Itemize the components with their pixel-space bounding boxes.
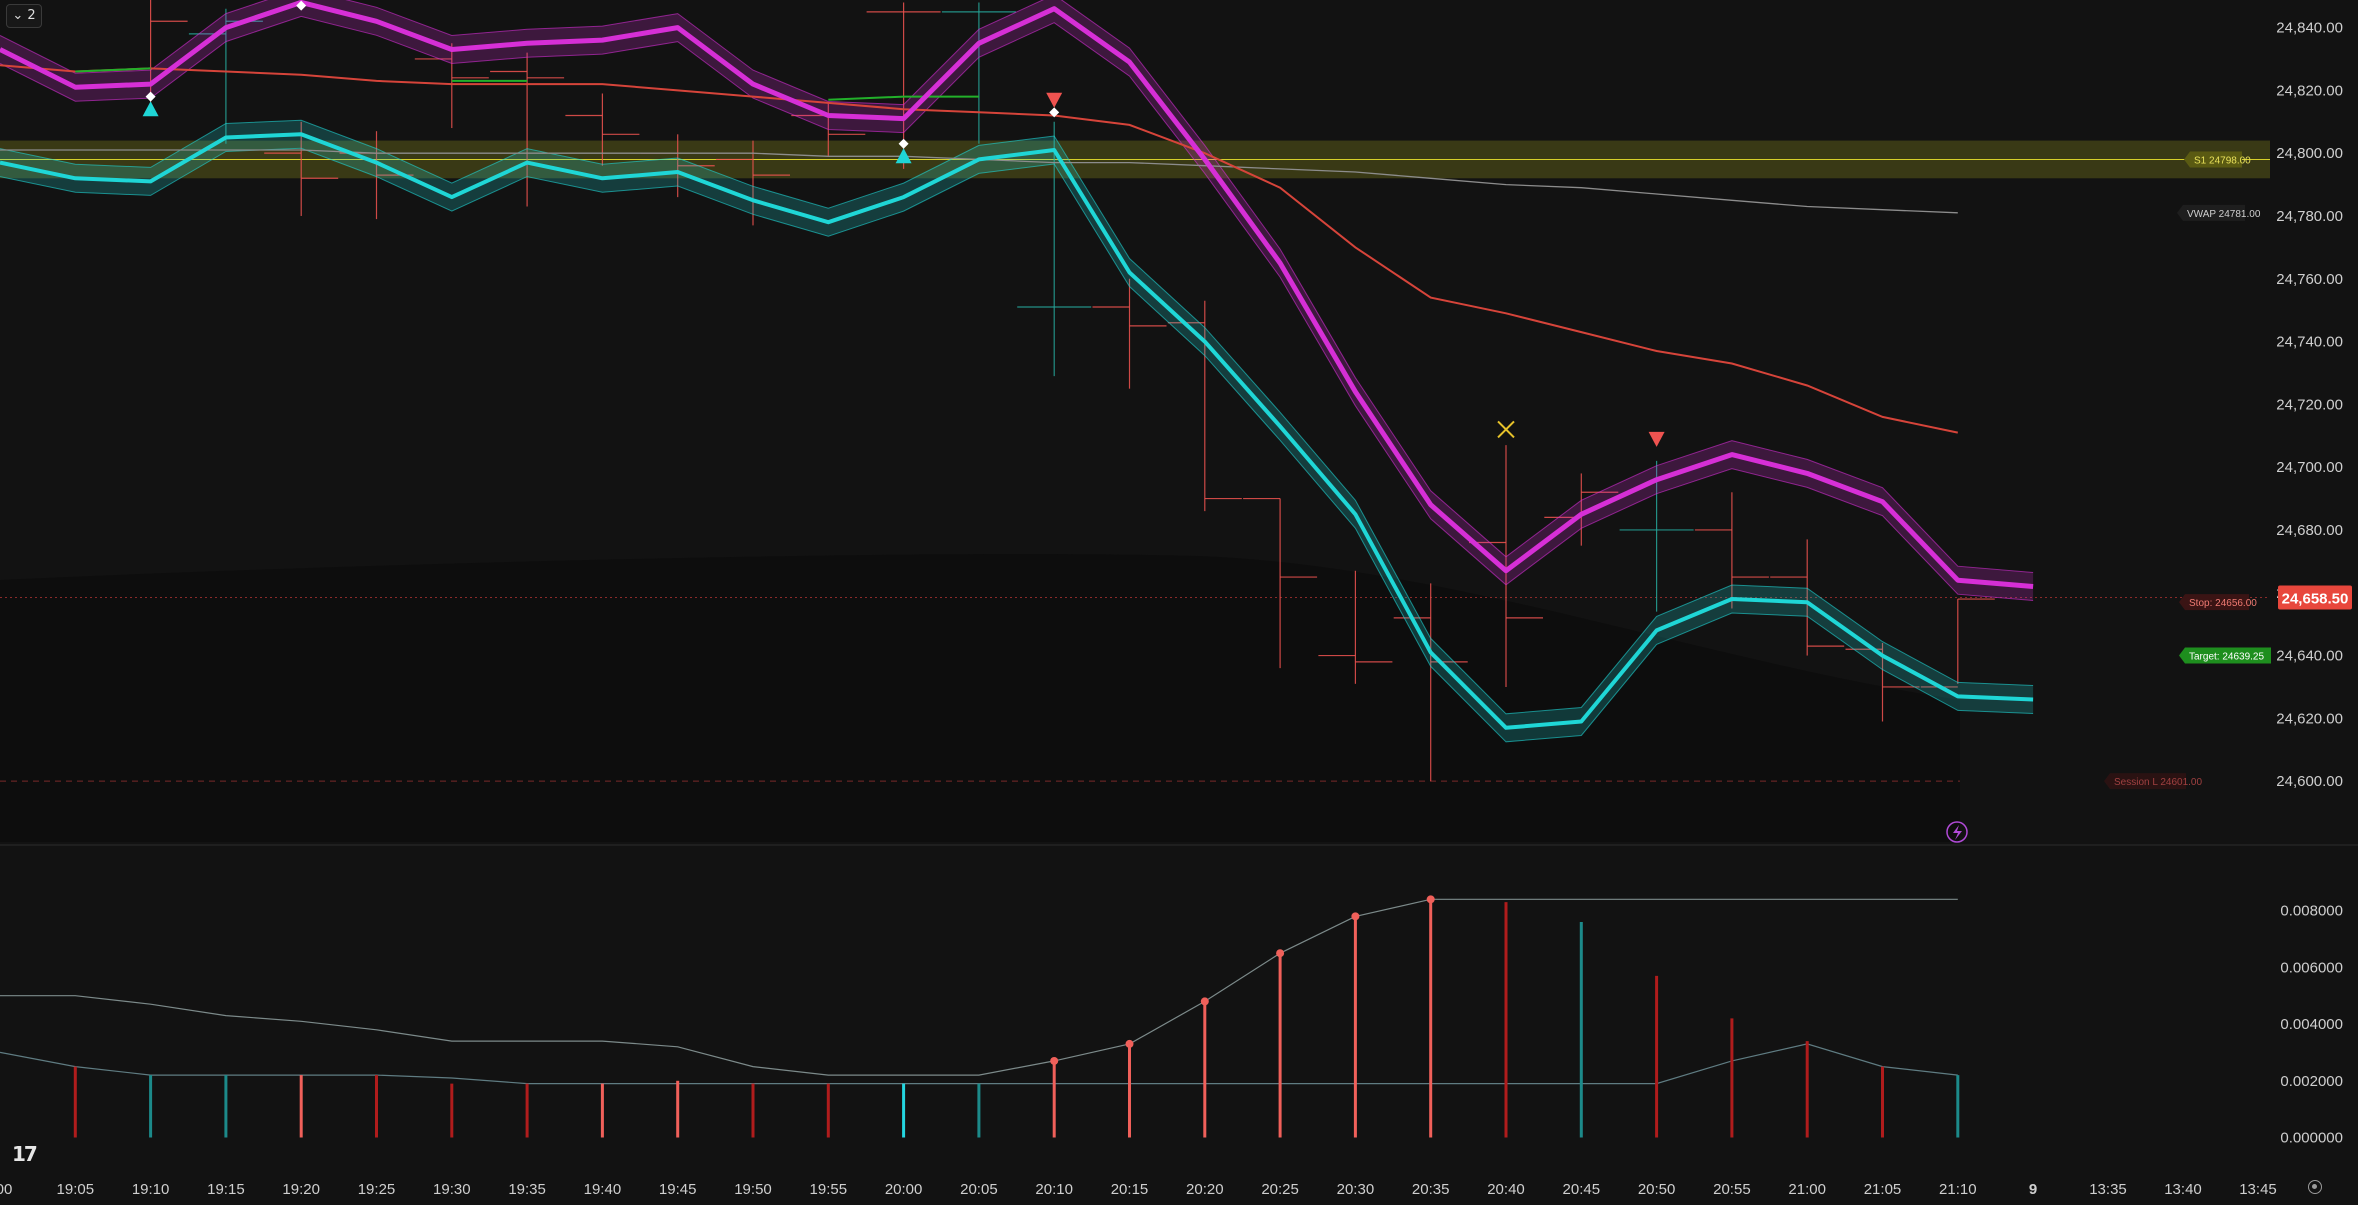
- time-axis-label: 20:50: [1638, 1181, 1676, 1198]
- chart-canvas[interactable]: 24,600.0024,620.0024,640.0024,660.0024,6…: [0, 0, 2358, 1200]
- chevron-down-icon: ⌄: [12, 8, 24, 23]
- collapse-panes-button[interactable]: ⌄ 2: [6, 4, 42, 28]
- stop-price-tag: Stop: 24656.00: [2179, 594, 2257, 611]
- time-axis-label: 19:15: [207, 1181, 245, 1198]
- stop-tag-text: Stop: 24656.00: [2189, 598, 2257, 609]
- target-tag-text: Target: 24639.25: [2189, 652, 2264, 663]
- time-axis-label: 19:10: [132, 1181, 170, 1198]
- time-axis-label: 20:15: [1111, 1181, 1149, 1198]
- oscillator-axis-label: 0.006000: [2280, 959, 2343, 976]
- time-axis-label: 21:05: [1864, 1181, 1902, 1198]
- price-axis-label: 24,740.00: [2276, 334, 2343, 351]
- session-tag-text: Session L 24601.00: [2114, 777, 2202, 788]
- time-axis-label: 9: [2029, 1181, 2037, 1198]
- time-axis-label: 20:55: [1713, 1181, 1751, 1198]
- oscillator-peak-dot: [1276, 949, 1285, 958]
- tradingview-logo-icon[interactable]: 17: [12, 1142, 38, 1166]
- time-axis-label: 20:00: [885, 1181, 923, 1198]
- oscillator-axis-label: 0.000000: [2280, 1129, 2343, 1146]
- time-axis-label: 19:40: [584, 1181, 622, 1198]
- price-axis-label: 24,600.00: [2276, 773, 2343, 790]
- time-axis-label: 19:50: [734, 1181, 772, 1198]
- time-axis-label: 19:25: [358, 1181, 396, 1198]
- oscillator-axis-label: 0.008000: [2280, 903, 2343, 920]
- last-price-tag: 24,658.50: [2278, 585, 2352, 610]
- zone-price-tag: S1 24798.00: [2184, 151, 2251, 168]
- time-axis-label: 19:30: [433, 1181, 471, 1198]
- time-axis-label: 20:35: [1412, 1181, 1450, 1198]
- time-axis-label: 13:35: [2089, 1181, 2127, 1198]
- time-axis-label: 19:45: [659, 1181, 697, 1198]
- time-axis-label: 20:10: [1035, 1181, 1073, 1198]
- zone-tag-text: S1 24798.00: [2194, 155, 2251, 166]
- price-axis-label: 24,700.00: [2276, 459, 2343, 476]
- time-axis-label: 20:05: [960, 1181, 998, 1198]
- price-axis-label: 24,780.00: [2276, 208, 2343, 225]
- oscillator-peak-dot: [1351, 912, 1360, 921]
- price-axis-label: 24,800.00: [2276, 145, 2343, 162]
- price-axis-label: 24,620.00: [2276, 710, 2343, 727]
- time-axis-label: 20:25: [1261, 1181, 1299, 1198]
- time-axis-label: 19:55: [810, 1181, 848, 1198]
- target-price-tag: Target: 24639.25: [2179, 647, 2271, 664]
- time-axis-label: 20:45: [1563, 1181, 1601, 1198]
- vwap-tag-text: VWAP 24781.00: [2187, 209, 2261, 220]
- time-axis-label: 20:20: [1186, 1181, 1224, 1198]
- time-axis-label: 13:40: [2164, 1181, 2202, 1198]
- oscillator-peak-dot: [1050, 1056, 1059, 1065]
- time-axis-label: 21:10: [1939, 1181, 1977, 1198]
- trading-chart[interactable]: 24,600.0024,620.0024,640.0024,660.0024,6…: [0, 0, 2358, 1200]
- time-axis-label: 19:05: [57, 1181, 95, 1198]
- oscillator-peak-dot: [1426, 895, 1435, 904]
- price-axis-label: 24,760.00: [2276, 271, 2343, 288]
- price-axis-label: 24,720.00: [2276, 396, 2343, 413]
- time-axis-label: 19:35: [508, 1181, 546, 1198]
- gear-icon[interactable]: [2308, 1180, 2322, 1194]
- price-axis-label: 24,680.00: [2276, 522, 2343, 539]
- time-axis-label: 20:30: [1337, 1181, 1375, 1198]
- last-price-text: 24,658.50: [2282, 590, 2349, 607]
- oscillator-peak-dot: [1125, 1039, 1134, 1048]
- time-axis-label: 20:40: [1487, 1181, 1525, 1198]
- logo-text: 17: [12, 1142, 38, 1166]
- time-axis-label: 13:45: [2239, 1181, 2277, 1198]
- price-axis-label: 24,840.00: [2276, 20, 2343, 37]
- time-axis-label: 19:20: [282, 1181, 320, 1198]
- time-axis-label: 00: [0, 1181, 12, 1198]
- oscillator-axis-label: 0.002000: [2280, 1073, 2343, 1090]
- time-axis-label: 21:00: [1788, 1181, 1826, 1198]
- collapse-count: 2: [27, 8, 36, 23]
- oscillator-axis-label: 0.004000: [2280, 1016, 2343, 1033]
- price-axis-label: 24,820.00: [2276, 82, 2343, 99]
- price-axis-label: 24,640.00: [2276, 648, 2343, 665]
- oscillator-peak-dot: [1200, 997, 1209, 1006]
